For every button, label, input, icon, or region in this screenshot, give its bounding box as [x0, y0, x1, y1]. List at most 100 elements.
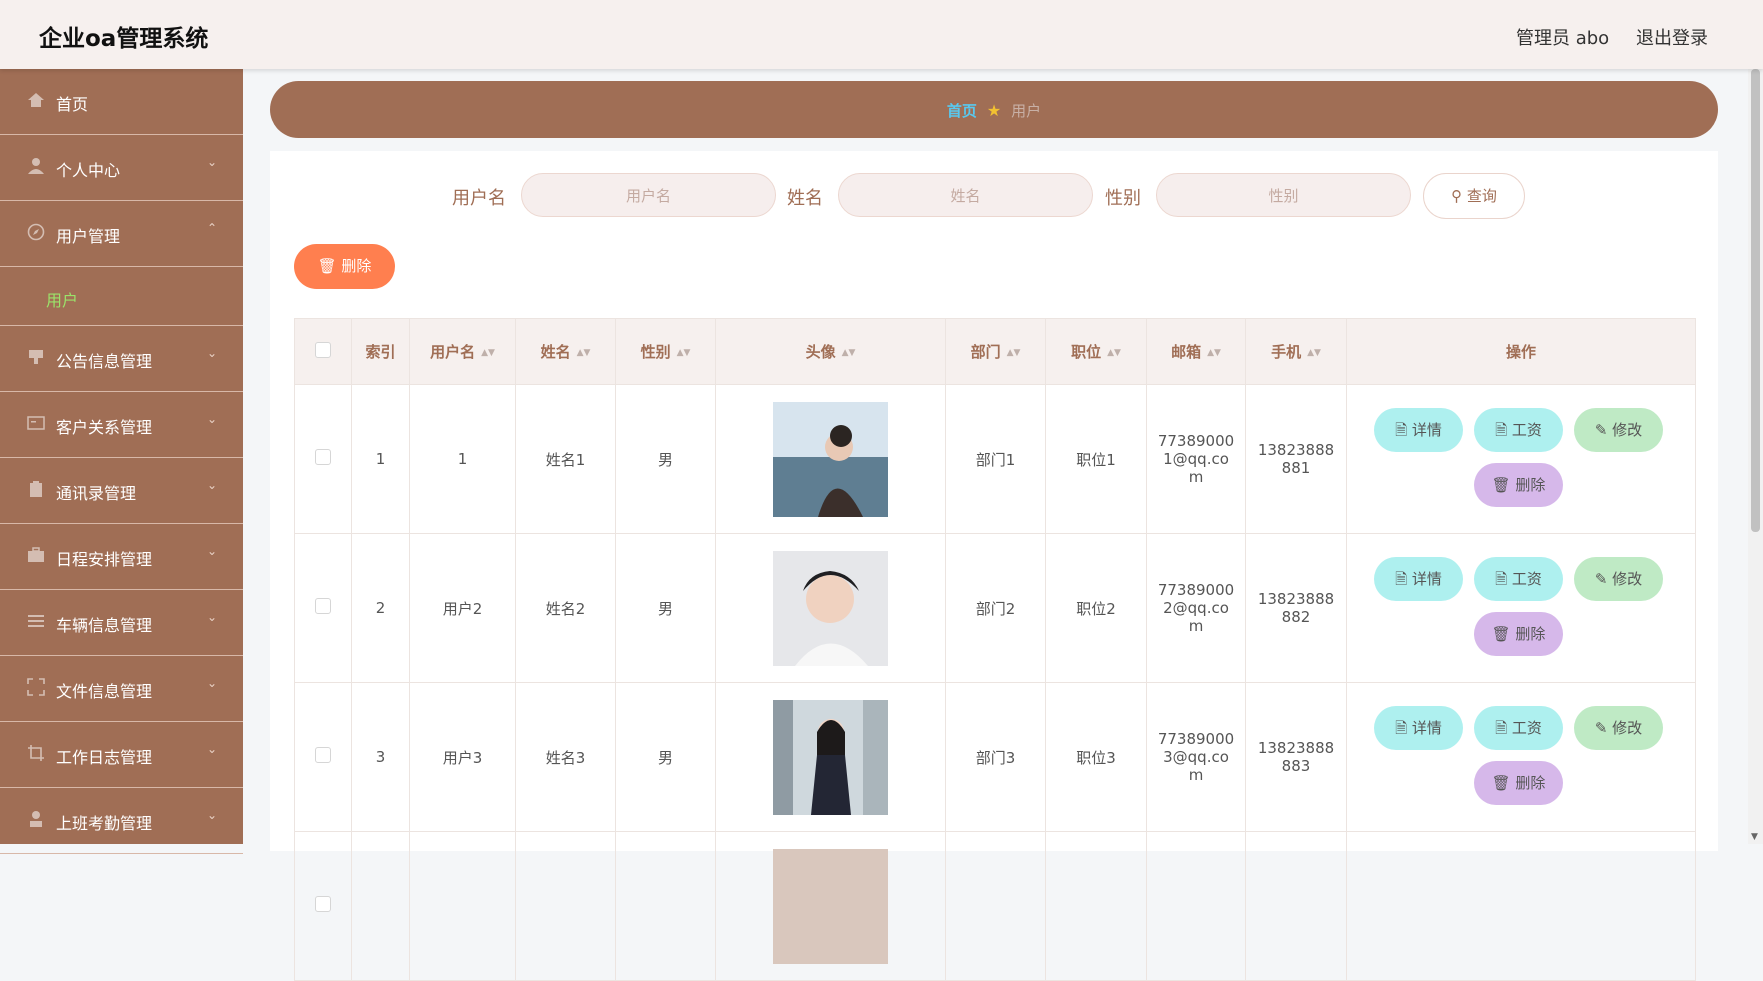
phone-line: 13823888	[1257, 739, 1335, 757]
edit-button[interactable]: ✎ 修改	[1574, 408, 1663, 452]
sidebar-item-profile[interactable]: 个人中心 ⌄	[0, 135, 243, 201]
column-header-label: 部门	[970, 343, 1001, 361]
breadcrumb-home[interactable]: 首页	[947, 102, 977, 120]
sort-icon[interactable]: ▲▼	[1307, 348, 1321, 358]
column-header-email[interactable]: 邮箱 ▲▼	[1146, 318, 1246, 385]
admin-name: 管理员 abo	[1516, 28, 1610, 49]
sidebar-item-worklog[interactable]: 工作日志管理 ⌄	[0, 722, 243, 788]
email-line: 77389000	[1157, 432, 1235, 450]
gender-input[interactable]: 性别	[1156, 173, 1411, 217]
sidebar-item-customer[interactable]: 客户关系管理 ⌄	[0, 392, 243, 458]
sidebar-item-label: 上班考勤管理	[56, 814, 153, 833]
cell-username: 1	[409, 384, 516, 534]
list-icon	[28, 615, 44, 627]
table-row: 3 用户3 姓名3 男 部门3 职位3 77389000 3@qq.co m 1…	[294, 682, 1696, 832]
home-icon	[28, 93, 44, 107]
sidebar-item-vehicle[interactable]: 车辆信息管理 ⌄	[0, 590, 243, 656]
sidebar-item-label: 车辆信息管理	[56, 616, 153, 635]
detail-button[interactable]: 🗎 详情	[1374, 557, 1463, 601]
email-line: 77389000	[1157, 581, 1235, 599]
salary-button[interactable]: 🗎 工资	[1474, 706, 1563, 750]
phone-line: 882	[1281, 608, 1311, 626]
cell-name: 姓名3	[515, 682, 616, 832]
row-delete-button[interactable]: 🗑 删除	[1474, 463, 1563, 507]
sort-icon[interactable]: ▲▼	[1007, 348, 1021, 358]
edit-label: 修改	[1612, 719, 1643, 737]
cell-email: 77389000 1@qq.co m	[1146, 384, 1246, 534]
select-all-checkbox[interactable]	[294, 318, 352, 385]
row-checkbox[interactable]	[294, 533, 352, 683]
cell-avatar	[715, 384, 946, 534]
column-header-gender[interactable]: 性别 ▲▼	[615, 318, 716, 385]
column-header-phone[interactable]: 手机 ▲▼	[1245, 318, 1347, 385]
sort-icon[interactable]: ▲▼	[1207, 348, 1221, 358]
sidebar-item-label: 首页	[56, 95, 89, 114]
column-header-position[interactable]: 职位 ▲▼	[1045, 318, 1147, 385]
cell-email	[1146, 831, 1246, 981]
row-checkbox[interactable]	[294, 384, 352, 534]
sidebar-item-schedule[interactable]: 日程安排管理 ⌄	[0, 524, 243, 590]
salary-button[interactable]: 🗎 工资	[1474, 557, 1563, 601]
sort-icon[interactable]: ▲▼	[842, 348, 856, 358]
column-header-avatar[interactable]: 头像 ▲▼	[715, 318, 946, 385]
cell-phone: 13823888 883	[1245, 682, 1347, 832]
batch-delete-button[interactable]: 🗑 删除	[294, 244, 395, 289]
query-button[interactable]: ⚲ 查询	[1423, 173, 1525, 219]
breadcrumb-current: 用户	[1011, 102, 1042, 120]
sidebar-subitem-user[interactable]: 用户	[0, 267, 243, 326]
scrollbar-thumb[interactable]	[1751, 69, 1760, 532]
salary-button[interactable]: 🗎 工资	[1474, 408, 1563, 452]
row-checkbox[interactable]	[294, 682, 352, 832]
sidebar-item-label: 通讯录管理	[56, 484, 137, 503]
username-input[interactable]: 用户名	[521, 173, 776, 217]
detail-button[interactable]: 🗎 详情	[1374, 408, 1463, 452]
detail-label: 详情	[1411, 421, 1442, 439]
gender-label: 性别	[1105, 188, 1141, 209]
trash-icon: 🗑	[1491, 625, 1511, 643]
scroll-down-icon[interactable]: ▼	[1751, 832, 1758, 842]
cell-avatar	[715, 682, 946, 832]
column-header-username[interactable]: 用户名 ▲▼	[409, 318, 516, 385]
sidebar-item-files[interactable]: 文件信息管理 ⌄	[0, 656, 243, 722]
email-line: m	[1188, 468, 1204, 486]
column-header-label: 用户名	[430, 343, 476, 361]
column-header-name[interactable]: 姓名 ▲▼	[515, 318, 616, 385]
sidebar-item-notice[interactable]: 公告信息管理 ⌄	[0, 326, 243, 392]
row-delete-button[interactable]: 🗑 删除	[1474, 612, 1563, 656]
avatar-photo	[773, 401, 888, 517]
row-checkbox[interactable]	[294, 831, 352, 981]
sort-icon[interactable]: ▲▼	[577, 348, 591, 358]
document-icon: 🗎	[1395, 719, 1408, 737]
detail-button[interactable]: 🗎 详情	[1374, 706, 1463, 750]
sidebar-item-home[interactable]: 首页	[0, 69, 243, 135]
cell-position	[1045, 831, 1147, 981]
sidebar-item-attendance[interactable]: 上班考勤管理 ⌄	[0, 788, 243, 854]
phone-line: 13823888	[1257, 590, 1335, 608]
phone-line: 881	[1281, 459, 1311, 477]
delete-label: 删除	[1515, 476, 1546, 494]
edit-button[interactable]: ✎ 修改	[1574, 557, 1663, 601]
column-header-label: 手机	[1271, 343, 1302, 361]
edit-button[interactable]: ✎ 修改	[1574, 706, 1663, 750]
column-header-dept[interactable]: 部门 ▲▼	[945, 318, 1046, 385]
clipboard-icon	[30, 481, 42, 497]
name-input[interactable]: 姓名	[838, 173, 1093, 217]
username-label: 用户名	[452, 188, 506, 209]
sort-icon[interactable]: ▲▼	[481, 348, 495, 358]
cell-avatar	[715, 533, 946, 683]
sort-icon[interactable]: ▲▼	[677, 348, 691, 358]
cell-phone	[1245, 831, 1347, 981]
page-scrollbar[interactable]: ▼	[1748, 69, 1763, 844]
trash-icon: 🗑	[1491, 476, 1511, 494]
sidebar: 首页 个人中心 ⌄ 用户管理 ⌃ 用户 公告信息管理 ⌄ 客户关系管理 ⌄ 通讯…	[0, 69, 243, 854]
table-row: 2 用户2 姓名2 男 部门2 职位2 77389000 2@qq.co m 1…	[294, 533, 1696, 683]
email-line: m	[1188, 617, 1204, 635]
logout-link[interactable]: 退出登录	[1636, 24, 1708, 50]
row-delete-button[interactable]: 🗑 删除	[1474, 761, 1563, 805]
document-icon: 🗎	[1495, 421, 1508, 439]
sort-icon[interactable]: ▲▼	[1107, 348, 1121, 358]
cell-position: 职位1	[1045, 384, 1147, 534]
sidebar-item-user-management[interactable]: 用户管理 ⌃	[0, 201, 243, 267]
chevron-down-icon: ⌄	[207, 544, 218, 558]
sidebar-item-contacts[interactable]: 通讯录管理 ⌄	[0, 458, 243, 524]
